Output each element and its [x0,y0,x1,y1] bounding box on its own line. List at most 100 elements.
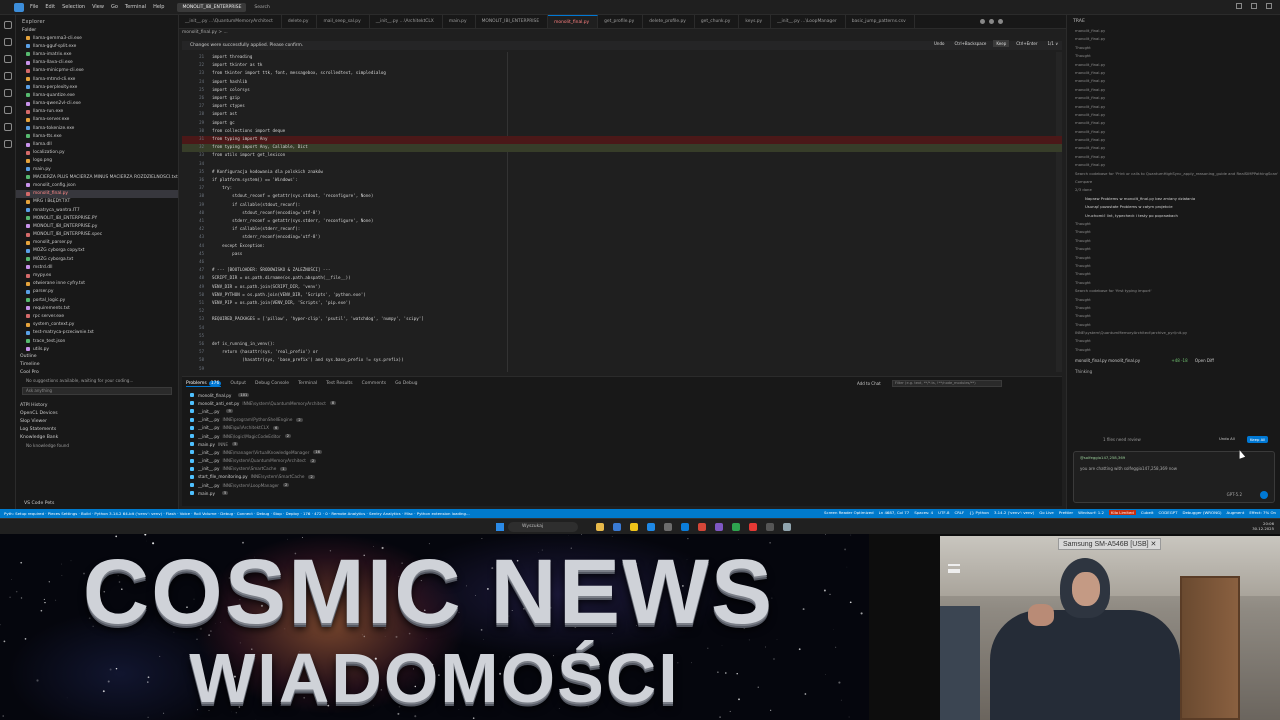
chat-step[interactable]: Search codebase for 'Print or calls to Q… [1067,171,1280,179]
testing-icon[interactable] [4,123,12,131]
chat-step[interactable]: Thought [1067,221,1280,229]
explorer-icon[interactable] [4,21,12,29]
file-item[interactable]: MONOLIT_IBI_ENTERPRISE.PY [16,214,178,222]
menu-view[interactable]: View [92,4,104,10]
menu-icon[interactable] [948,564,960,573]
breadcrumb[interactable]: monolit_final.py > ... [182,30,228,35]
app-icon[interactable] [698,523,706,531]
file-item[interactable]: rpc server.exe [16,312,178,320]
keep-all-button[interactable]: Keep All [1247,436,1269,443]
project-name[interactable]: MONOLIT_IBI_ENTERPRISE [177,2,247,12]
taskbar-clock[interactable]: 20:06 30.12.2025 [1252,521,1274,531]
panel-tab[interactable]: Comments [362,381,386,387]
code-editor[interactable]: 21 import threading 22 import tkinter as tk… [182,52,1062,372]
cline-section[interactable]: Cool Pro [16,369,178,377]
status-item[interactable]: CODEGPT [1158,510,1177,515]
status-item[interactable]: Ln 4687, Col 77 [879,510,910,515]
section-slop-viewer[interactable]: Slop Viewer [16,418,178,426]
problem-row[interactable]: main.py INNE 5 [182,440,1062,448]
menu-terminal[interactable]: Terminal [125,4,146,10]
edited-file[interactable]: monolit_final.py monolit_final.py +48 -1… [1067,358,1280,363]
status-item[interactable]: Debugger (WRONG) [1182,510,1221,515]
chat-step[interactable]: Compare [1067,179,1280,187]
file-item[interactable]: MÓZG cyborga copy.txt [16,247,178,255]
undo-button[interactable]: Undo [931,40,947,47]
todo-item[interactable]: Uruchomić lint, typecheck i testy po pop… [1067,213,1280,221]
file-item[interactable]: MACIERZA PLUS MACIERZA MINUS MACIERZA RO… [16,173,178,181]
file-item[interactable]: portal_logic.py [16,296,178,304]
file-item[interactable]: monolit_parser.py [16,239,178,247]
terminal-icon[interactable] [664,523,672,531]
chat-step[interactable]: Thought [1067,238,1280,246]
panel-tab[interactable]: Test Results [326,381,353,387]
run-icon[interactable] [980,19,985,24]
editor-tab[interactable]: __init__.py …\LoopManager [771,15,846,28]
store-icon[interactable] [681,523,689,531]
status-left[interactable]: Pyth: Setup required · Pieces Settings ·… [0,511,474,516]
section-vscode-pets[interactable]: VS Code Pets [20,500,58,508]
file-item[interactable]: llama-gguf-split.exe [16,42,178,50]
todo-item[interactable]: Usunąć pozostałe Problems w całym projek… [1067,204,1280,212]
chat-step[interactable]: Thought [1067,45,1280,53]
menu-help[interactable]: Help [153,4,164,10]
app-icon[interactable] [715,523,723,531]
chat-step[interactable]: INNE\system\QuantumMemoryArchitect\archi… [1067,330,1280,338]
problem-row[interactable]: __init__.py INNE\program\PythonShellEngin… [182,416,1062,424]
problem-row[interactable]: start_file_monitoring.py INNE\system\Smar… [182,473,1062,481]
menu-edit[interactable]: Edit [45,4,55,10]
status-item[interactable]: Spaces: 4 [914,510,933,515]
status-item[interactable]: Effect: 7% On [1249,510,1276,515]
file-item[interactable]: utils.py [16,345,178,353]
diff-counter[interactable]: 1/1 ∨ [1044,40,1061,47]
vscode-taskbar-icon[interactable] [613,523,621,531]
editor-tab[interactable]: delete_profile.py [643,15,695,28]
chat-step[interactable]: Thought [1067,280,1280,288]
file-item[interactable]: MRG I BŁĘDY.TXT [16,198,178,206]
chat-step[interactable]: monolit_final.py [1067,36,1280,44]
problem-row[interactable]: main.py 5 [182,489,1062,497]
editor-tab[interactable]: get_profile.py [598,15,644,28]
app-icon[interactable] [783,523,791,531]
chat-step[interactable]: monolit_final.py [1067,162,1280,170]
section-knowledge-bank[interactable]: Knowledge Bank [16,434,178,442]
file-item[interactable]: llama-minicpmv-cli.exe [16,67,178,75]
file-item[interactable]: main.py [16,165,178,173]
chat-input[interactable]: @solfeggio147,258,369 you are chatting w… [1073,451,1275,503]
chat-step[interactable]: Thought [1067,53,1280,61]
file-item[interactable]: trace_test.json [16,337,178,345]
panel-tab[interactable]: Debug Console [255,381,289,387]
folder-icon[interactable] [630,523,638,531]
chat-step[interactable]: Search codebase for 'first typing import… [1067,288,1280,296]
editor-tab[interactable]: MONOLIT_IBI_ENTERPRISE [476,15,549,28]
file-explorer-icon[interactable] [596,523,604,531]
app-icon[interactable] [732,523,740,531]
run-debug-icon[interactable] [4,72,12,80]
file-item[interactable]: llama-perplexity.exe [16,83,178,91]
send-icon[interactable] [1260,491,1268,499]
search-icon[interactable] [4,38,12,46]
chat-step[interactable]: monolit_final.py [1067,145,1280,153]
outline-section[interactable]: Outline [16,353,178,361]
minimize-icon[interactable] [1236,3,1242,9]
chat-step[interactable]: monolit_final.py [1067,28,1280,36]
chat-step[interactable]: monolit_final.py [1067,112,1280,120]
status-item[interactable]: Screen Reader Optimized [824,510,874,515]
status-item[interactable]: Cubeit [1141,510,1154,515]
status-item[interactable]: Go Live [1039,510,1054,515]
chat-step[interactable]: Thought [1067,322,1280,330]
file-item[interactable]: requirements.txt [16,304,178,312]
maximize-icon[interactable] [1251,3,1257,9]
app-icon[interactable] [749,523,757,531]
editor-tab[interactable]: basic_jump_patterns.csv [846,15,915,28]
file-item[interactable]: logo.png [16,157,178,165]
file-item[interactable]: llama-imatrix.exe [16,50,178,58]
file-item[interactable]: monolit_config.json [16,181,178,189]
panel-tab[interactable]: Terminal [298,381,317,387]
file-item[interactable]: llama-server.exe [16,116,178,124]
app-icon[interactable] [766,523,774,531]
chat-step[interactable]: Thought [1067,246,1280,254]
chat-step[interactable]: monolit_final.py [1067,70,1280,78]
chat-step[interactable]: monolit_final.py [1067,87,1280,95]
file-item[interactable]: llama-tokenize.exe [16,124,178,132]
editor-tab[interactable]: get_chunk.py [695,15,740,28]
